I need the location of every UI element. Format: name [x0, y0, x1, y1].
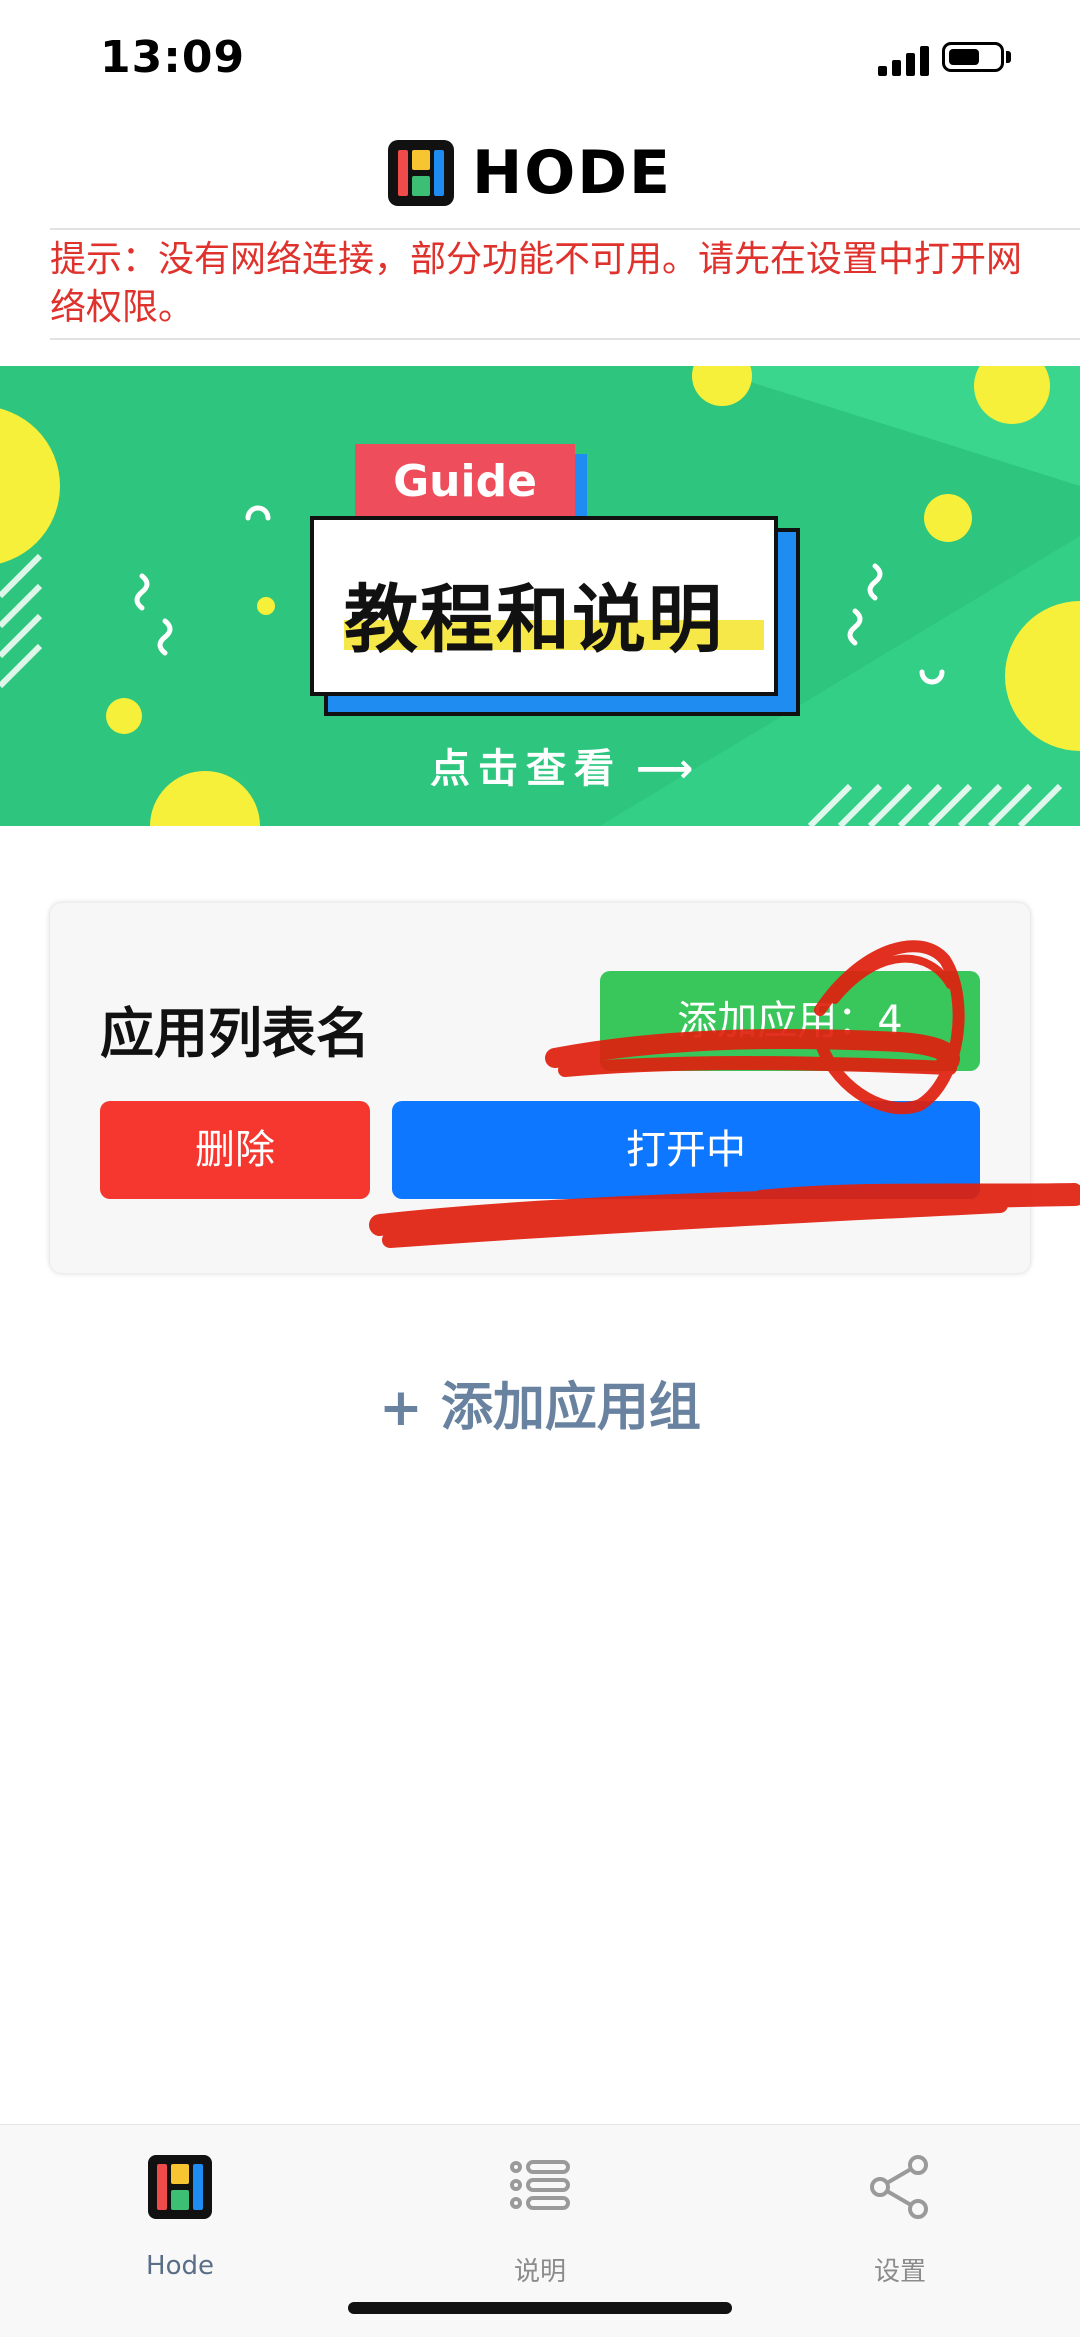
delete-button[interactable]: 删除	[100, 1101, 370, 1199]
cellular-signal-icon	[878, 44, 930, 76]
list-icon	[510, 2160, 570, 2210]
add-app-button[interactable]: 添加应用：4	[600, 971, 980, 1071]
app-header: HODE	[0, 130, 1080, 230]
home-indicator[interactable]	[348, 2302, 732, 2314]
hode-logo-icon	[388, 140, 454, 206]
divider	[50, 338, 1080, 340]
app-title: HODE	[472, 138, 673, 208]
guide-tag: Guide	[355, 444, 575, 520]
guide-cta-label: 点击查看	[430, 746, 622, 792]
battery-tip	[1006, 51, 1011, 63]
tab-hode[interactable]: Hode	[80, 2141, 280, 2281]
tab-label: 设置	[873, 2257, 926, 2287]
hode-logo-icon	[148, 2155, 212, 2219]
group-name[interactable]: 应用列表名	[100, 989, 370, 1068]
tab-settings[interactable]: 设置	[800, 2141, 1000, 2287]
tab-label: 说明	[513, 2257, 566, 2287]
status-time: 13:09	[100, 32, 246, 83]
tab-guide[interactable]: 说明	[440, 2141, 640, 2287]
guide-cta: 点击查看 ⟶	[430, 736, 693, 794]
status-bar: 13:09	[0, 0, 1080, 120]
tab-label: Hode	[146, 2251, 214, 2281]
arrow-right-icon: ⟶	[622, 746, 694, 792]
guide-banner[interactable]: Guide 教程和说明 点击查看 ⟶	[0, 366, 1080, 826]
guide-card: 教程和说明	[310, 516, 778, 696]
open-button[interactable]: 打开中	[392, 1101, 980, 1199]
network-warning-text: 提示：没有网络连接，部分功能不可用。请先在设置中打开网络权限。	[50, 239, 1023, 328]
battery-icon	[942, 42, 1004, 72]
add-group-button[interactable]: + 添加应用组	[0, 1365, 1080, 1440]
divider	[50, 228, 1080, 230]
share-icon	[870, 2155, 928, 2219]
guide-title: 教程和说明	[344, 577, 724, 663]
app-group-card: 应用列表名 添加应用：4 删除 打开中	[50, 903, 1030, 1273]
